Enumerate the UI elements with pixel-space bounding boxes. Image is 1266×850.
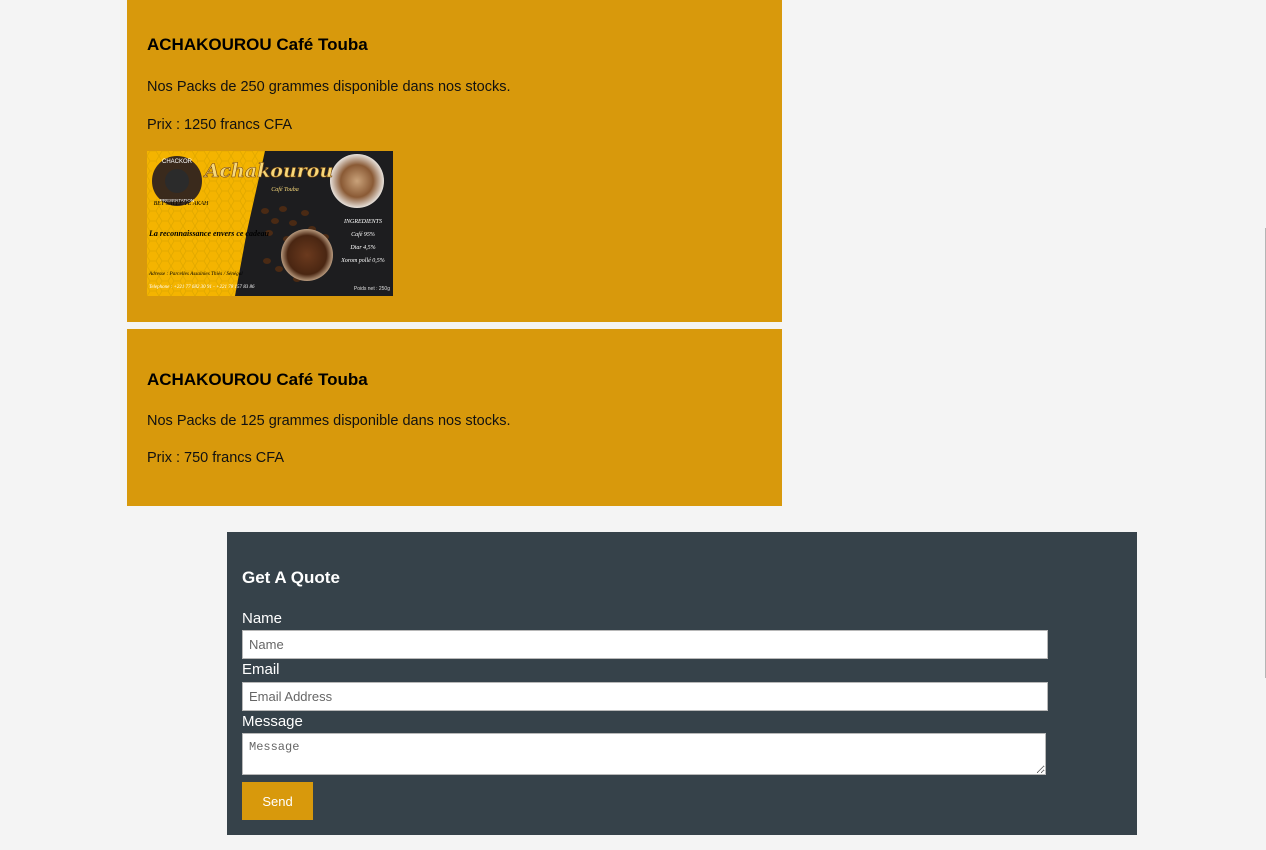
product-price: Prix : 1250 francs CFA bbox=[147, 117, 293, 133]
ingredient-2-text: Diar 4,5% bbox=[349, 244, 375, 251]
address-text: Adresse : Parcelles Assainies Thiès / Sé… bbox=[148, 271, 243, 277]
quote-form-title: Get A Quote bbox=[242, 568, 340, 587]
product-card-250g: ACHAKOUROU Café Touba Nos Packs de 250 g… bbox=[127, 0, 782, 322]
brand-script-text: Achakourou bbox=[203, 160, 334, 182]
quote-form: Get A Quote Name Email Message Send bbox=[227, 532, 1137, 835]
ingredient-3-text: Xorom pollé 0,5% bbox=[340, 258, 385, 264]
product-title: ACHAKOUROU Café Touba bbox=[147, 370, 368, 389]
slogan-text: BEY SALLE TE AKAH bbox=[154, 201, 209, 207]
product-price: Prix : 750 francs CFA bbox=[147, 450, 284, 466]
product-image: CHACKOR PRESENTATION BEY SALLE TE AKAH A… bbox=[147, 151, 393, 296]
phone-text: Telephone : +221 77 682 30 91 - +221 78 … bbox=[149, 285, 255, 290]
page: ACHAKOUROU Café Touba Nos Packs de 250 g… bbox=[0, 0, 1266, 850]
message-label: Message bbox=[242, 713, 303, 730]
product-title: ACHAKOUROU Café Touba bbox=[147, 35, 368, 54]
product-card-125g: ACHAKOUROU Café Touba Nos Packs de 125 g… bbox=[127, 329, 782, 506]
name-input[interactable] bbox=[242, 630, 1048, 659]
product-description: Nos Packs de 125 grammes disponible dans… bbox=[147, 413, 511, 429]
ingredients-title-text: INGREDIENTS bbox=[343, 219, 382, 225]
name-label: Name bbox=[242, 610, 283, 627]
ingredient-1-text: Café 95% bbox=[351, 231, 375, 238]
brand-sub-text: Café Touba bbox=[271, 186, 299, 193]
message-textarea[interactable] bbox=[242, 733, 1046, 775]
tagline-text: La reconnaissance envers ce cadeau bbox=[148, 229, 270, 238]
product-description: Nos Packs de 250 grammes disponible dans… bbox=[147, 79, 511, 95]
email-input[interactable] bbox=[242, 682, 1048, 711]
badge-top-text: CHACKOR bbox=[162, 159, 193, 165]
send-button[interactable]: Send bbox=[242, 782, 313, 820]
net-weight-text: Poids net : 250g bbox=[354, 286, 390, 292]
email-label: Email bbox=[242, 661, 280, 678]
